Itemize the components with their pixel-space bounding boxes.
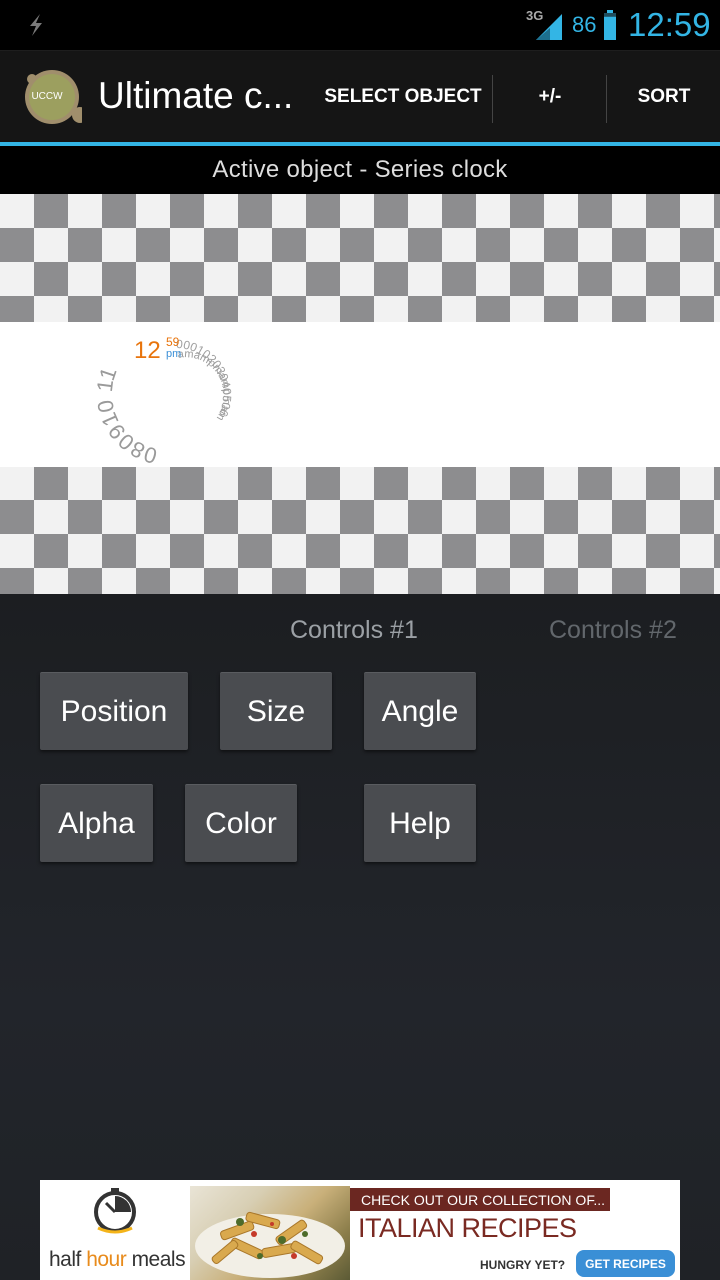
svg-text:080910 11: 080910 11 (96, 364, 160, 466)
clock-hour: 12 (134, 337, 161, 364)
app-icon-label: UCCW (31, 91, 63, 102)
ad-brand-prefix: half (49, 1248, 87, 1271)
active-object-label: Active object - Series clock (0, 146, 720, 194)
network-type: 3G (526, 8, 544, 23)
battery-percent: 86 (572, 12, 597, 37)
ad-tagline: HUNGRY YET? (480, 1258, 566, 1272)
ad-title: ITALIAN RECIPES (358, 1213, 577, 1243)
tab-controls-1[interactable]: Controls #1 (290, 616, 418, 645)
stopwatch-icon (94, 1188, 136, 1234)
color-button[interactable]: Color (185, 784, 297, 862)
controls-panel: Controls #1 Controls #2 Position Size An… (0, 594, 720, 1280)
ad-banner[interactable]: half hour meals CHECK OUT OUR COLLECTION… (40, 1180, 680, 1280)
ad-header: CHECK OUT OUR COLLECTION OF... (350, 1188, 610, 1211)
battery-icon (604, 10, 616, 40)
widget-preview[interactable]: 080910 11 00010203040506 amampmampmam 12… (0, 194, 720, 594)
clock-minute: 59 (166, 335, 180, 349)
ad-brand-suffix: meals (126, 1248, 186, 1271)
clock-ampm: pm (166, 348, 181, 360)
usb-debug-icon (30, 14, 42, 36)
ad-brand-hour: hour (86, 1248, 127, 1271)
ad-brand-name: half hour meals (49, 1248, 186, 1272)
ad-brand-logo: half hour meals (40, 1180, 190, 1280)
alpha-button[interactable]: Alpha (40, 784, 153, 862)
action-divider (492, 75, 493, 123)
add-remove-button[interactable]: +/- (494, 51, 606, 143)
tab-controls-2[interactable]: Controls #2 (549, 616, 677, 645)
position-button[interactable]: Position (40, 672, 188, 750)
series-clock-widget[interactable]: 080910 11 00010203040506 amampmampmam 12… (96, 326, 242, 466)
action-bar: UCCW Ultimate c... SELECT OBJECT +/- SOR… (0, 50, 720, 142)
pasta-illustration (195, 1211, 345, 1278)
select-object-button[interactable]: SELECT OBJECT (318, 51, 488, 143)
angle-button[interactable]: Angle (364, 672, 476, 750)
sort-button[interactable]: SORT (608, 51, 720, 143)
help-button[interactable]: Help (364, 784, 476, 862)
status-bar: 3G 86 12:59 (0, 0, 720, 50)
size-button[interactable]: Size (220, 672, 332, 750)
action-divider (606, 75, 607, 123)
status-time: 12:59 (628, 6, 711, 43)
app-title: Ultimate c... (98, 75, 294, 116)
get-recipes-button[interactable]: GET RECIPES (576, 1250, 675, 1277)
ad-pasta-image (190, 1186, 350, 1280)
clock-hour-ring: 080910 11 (96, 364, 160, 466)
